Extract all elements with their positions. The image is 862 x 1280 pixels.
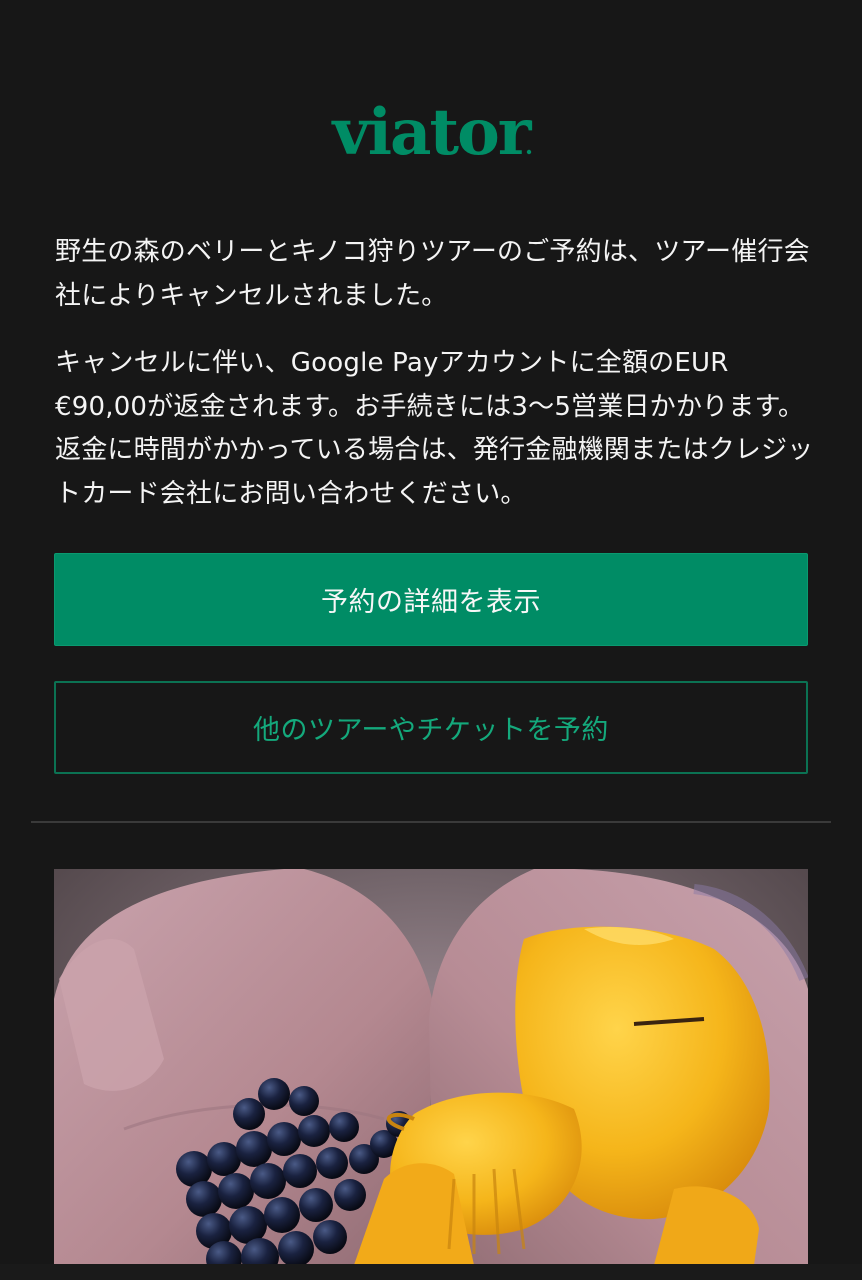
viator-logo[interactable]: viator bbox=[0, 98, 862, 168]
logo-wordmark: viator bbox=[331, 98, 533, 164]
email-view: viator 野生の森のベリーとキノコ狩りツアーのご予約は、ツアー催行会社により… bbox=[0, 0, 862, 1280]
bottom-edge bbox=[0, 1264, 862, 1280]
refund-message: キャンセルに伴い、Google Payアカウントに全額のEUR €90,00が返… bbox=[55, 348, 814, 509]
tour-photo-berries-mushrooms bbox=[54, 869, 808, 1265]
view-booking-details-button[interactable]: 予約の詳細を表示 bbox=[54, 553, 808, 646]
tour-photo-illustration bbox=[54, 869, 808, 1265]
section-divider bbox=[31, 821, 831, 823]
book-other-tours-button[interactable]: 他のツアーやチケットを予約 bbox=[54, 681, 808, 774]
logo-dot bbox=[526, 149, 532, 155]
cancellation-message: 野生の森のベリーとキノコ狩りツアーのご予約は、ツアー催行会社によりキャンセルされ… bbox=[55, 237, 810, 311]
email-body: viator 野生の森のベリーとキノコ狩りツアーのご予約は、ツアー催行会社により… bbox=[0, 0, 862, 1280]
viator-logo-mark: viator bbox=[331, 98, 535, 164]
